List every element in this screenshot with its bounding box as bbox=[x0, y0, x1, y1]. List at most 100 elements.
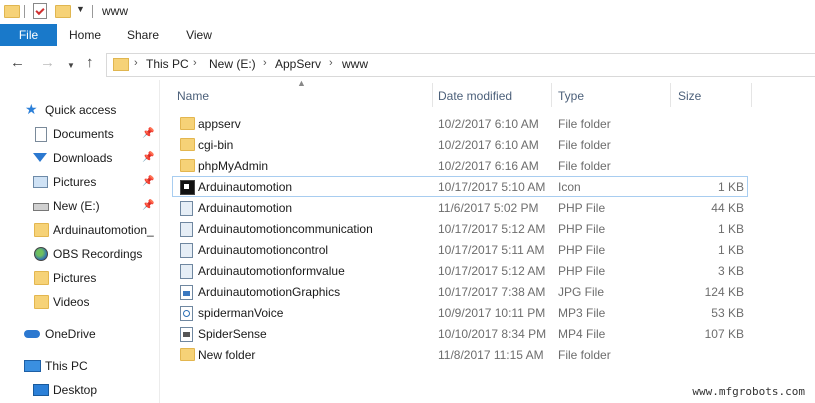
breadcrumb-drive[interactable]: New (E:) bbox=[209, 57, 256, 71]
file-row[interactable]: SpiderSense 10/10/2017 8:34 PM MP4 File … bbox=[172, 323, 748, 344]
jpg-file-icon bbox=[180, 285, 193, 300]
pin-icon[interactable]: 📌 bbox=[142, 128, 154, 139]
sidebar-item-arduinautomotion[interactable]: Arduinautomotion_ bbox=[0, 219, 160, 241]
file-type: File folder bbox=[558, 117, 611, 131]
file-row[interactable]: Arduinautomotionformvalue 10/17/2017 5:1… bbox=[172, 260, 748, 281]
file-row[interactable]: Arduinautomotion 11/6/2017 5:02 PM PHP F… bbox=[172, 197, 748, 218]
file-row[interactable]: spidermanVoice 10/9/2017 10:11 PM MP3 Fi… bbox=[172, 302, 748, 323]
chevron-right-icon[interactable]: › bbox=[263, 57, 267, 69]
sidebar-item-pictures-folder[interactable]: Pictures bbox=[0, 267, 160, 289]
sidebar-item-onedrive[interactable]: OneDrive bbox=[0, 323, 160, 345]
file-name: Arduinautomotion bbox=[198, 180, 293, 194]
pin-icon[interactable]: 📌 bbox=[142, 176, 154, 187]
customize-toolbar-icon[interactable]: ▼ bbox=[76, 4, 85, 14]
forward-arrow-icon[interactable]: → bbox=[40, 55, 55, 70]
file-date: 11/6/2017 5:02 PM bbox=[438, 201, 539, 215]
back-arrow-icon[interactable]: ← bbox=[10, 55, 25, 70]
file-type: File folder bbox=[558, 159, 611, 173]
sidebar-item-label: Pictures bbox=[53, 175, 97, 189]
file-row[interactable]: Arduinautomotioncommunication 10/17/2017… bbox=[172, 218, 748, 239]
file-size: 3 KB bbox=[717, 264, 744, 278]
column-divider[interactable] bbox=[751, 83, 752, 107]
folder-icon bbox=[180, 159, 195, 172]
file-date: 10/9/2017 10:11 PM bbox=[438, 306, 546, 320]
file-name: phpMyAdmin bbox=[198, 159, 269, 173]
sidebar-item-documents[interactable]: Documents 📌 bbox=[0, 123, 160, 145]
tab-home[interactable]: Home bbox=[57, 24, 113, 46]
pane-divider[interactable] bbox=[159, 80, 160, 403]
tab-share[interactable]: Share bbox=[113, 24, 173, 46]
properties-icon[interactable] bbox=[33, 3, 47, 19]
pictures-icon bbox=[33, 176, 48, 188]
sidebar-item-obs-recordings[interactable]: OBS Recordings bbox=[0, 243, 160, 265]
php-file-icon bbox=[180, 222, 193, 237]
documents-icon bbox=[35, 127, 47, 142]
column-header-type[interactable]: Type bbox=[552, 84, 670, 108]
pin-icon[interactable]: 📌 bbox=[142, 152, 154, 163]
file-date: 10/2/2017 6:10 AM bbox=[438, 138, 539, 152]
sidebar-item-label: Pictures bbox=[53, 271, 97, 285]
chevron-down-icon[interactable]: ▼ bbox=[67, 58, 75, 73]
tab-file[interactable]: File bbox=[0, 24, 57, 46]
chevron-right-icon[interactable]: › bbox=[329, 57, 333, 69]
mp4-file-icon bbox=[180, 327, 193, 342]
file-name: Arduinautomotionformvalue bbox=[198, 264, 345, 278]
file-row[interactable]: phpMyAdmin 10/2/2017 6:16 AM File folder bbox=[172, 155, 748, 176]
sidebar-item-label: OneDrive bbox=[45, 327, 96, 341]
sidebar-item-downloads[interactable]: Downloads 📌 bbox=[0, 147, 160, 169]
file-size: 124 KB bbox=[704, 285, 744, 299]
file-row[interactable]: cgi-bin 10/2/2017 6:10 AM File folder bbox=[172, 134, 748, 155]
watermark: www.mfgrobots.com bbox=[692, 385, 805, 398]
breadcrumb-appserv[interactable]: AppServ bbox=[275, 57, 321, 71]
sidebar-item-label: Downloads bbox=[53, 151, 113, 165]
sidebar-item-desktop[interactable]: Desktop bbox=[0, 379, 160, 401]
file-date: 10/17/2017 5:12 AM bbox=[438, 222, 546, 236]
sidebar-item-drive-e[interactable]: New (E:) 📌 bbox=[0, 195, 160, 217]
file-name: spidermanVoice bbox=[198, 306, 284, 320]
desktop-icon bbox=[33, 384, 49, 396]
drive-icon bbox=[33, 203, 49, 211]
file-row[interactable]: ArduinautomotionGraphics 10/17/2017 7:38… bbox=[172, 281, 748, 302]
sidebar-item-quick-access[interactable]: ★ Quick access bbox=[0, 99, 160, 121]
file-row-selected[interactable]: Arduinautomotion 10/17/2017 5:10 AM Icon… bbox=[172, 176, 748, 197]
column-header-name[interactable]: Name bbox=[172, 84, 432, 108]
breadcrumb-this-pc[interactable]: This PC bbox=[146, 57, 189, 71]
folder-icon bbox=[113, 58, 129, 71]
sidebar-item-label: Quick access bbox=[45, 103, 117, 117]
column-header-label: Size bbox=[678, 89, 702, 103]
file-row[interactable]: New folder 11/8/2017 11:15 AM File folde… bbox=[172, 344, 748, 365]
file-size: 44 KB bbox=[711, 201, 744, 215]
tab-view[interactable]: View bbox=[173, 24, 225, 46]
file-size: 1 KB bbox=[717, 243, 744, 257]
sidebar-item-label: OBS Recordings bbox=[53, 247, 143, 261]
column-header-date[interactable]: Date modified bbox=[433, 84, 551, 108]
toolbar-separator bbox=[24, 5, 25, 18]
chevron-right-icon[interactable]: › bbox=[193, 57, 197, 69]
file-type: Icon bbox=[558, 180, 581, 194]
php-file-icon bbox=[180, 243, 193, 258]
up-arrow-icon[interactable]: ↑ bbox=[86, 55, 94, 70]
column-header-label: Date modified bbox=[438, 89, 513, 103]
file-name: Arduinautomotion bbox=[198, 201, 293, 215]
sidebar-item-videos[interactable]: Videos bbox=[0, 291, 160, 313]
file-row[interactable]: appserv 10/2/2017 6:10 AM File folder bbox=[172, 113, 748, 134]
sidebar-item-this-pc[interactable]: This PC bbox=[0, 355, 160, 377]
sidebar-item-label: New (E:) bbox=[53, 199, 100, 213]
file-type: File folder bbox=[558, 348, 611, 362]
file-name: New folder bbox=[198, 348, 256, 362]
chevron-right-icon[interactable]: › bbox=[134, 57, 138, 69]
folder-icon bbox=[180, 117, 195, 130]
column-header-size[interactable]: Size bbox=[671, 84, 751, 108]
sidebar-item-pictures[interactable]: Pictures 📌 bbox=[0, 171, 160, 193]
folder-icon bbox=[180, 138, 195, 151]
folder-icon[interactable] bbox=[4, 5, 20, 18]
new-folder-icon[interactable] bbox=[55, 5, 71, 18]
file-size: 53 KB bbox=[711, 306, 744, 320]
breadcrumb-www[interactable]: www bbox=[342, 57, 368, 71]
php-file-icon bbox=[180, 201, 193, 216]
file-row[interactable]: Arduinautomotioncontrol 10/17/2017 5:11 … bbox=[172, 239, 748, 260]
file-type: MP4 File bbox=[558, 327, 606, 341]
address-bar[interactable]: › This PC › New (E:) › AppServ › www bbox=[106, 53, 815, 77]
pin-icon[interactable]: 📌 bbox=[142, 200, 154, 211]
file-date: 10/17/2017 5:12 AM bbox=[438, 264, 546, 278]
